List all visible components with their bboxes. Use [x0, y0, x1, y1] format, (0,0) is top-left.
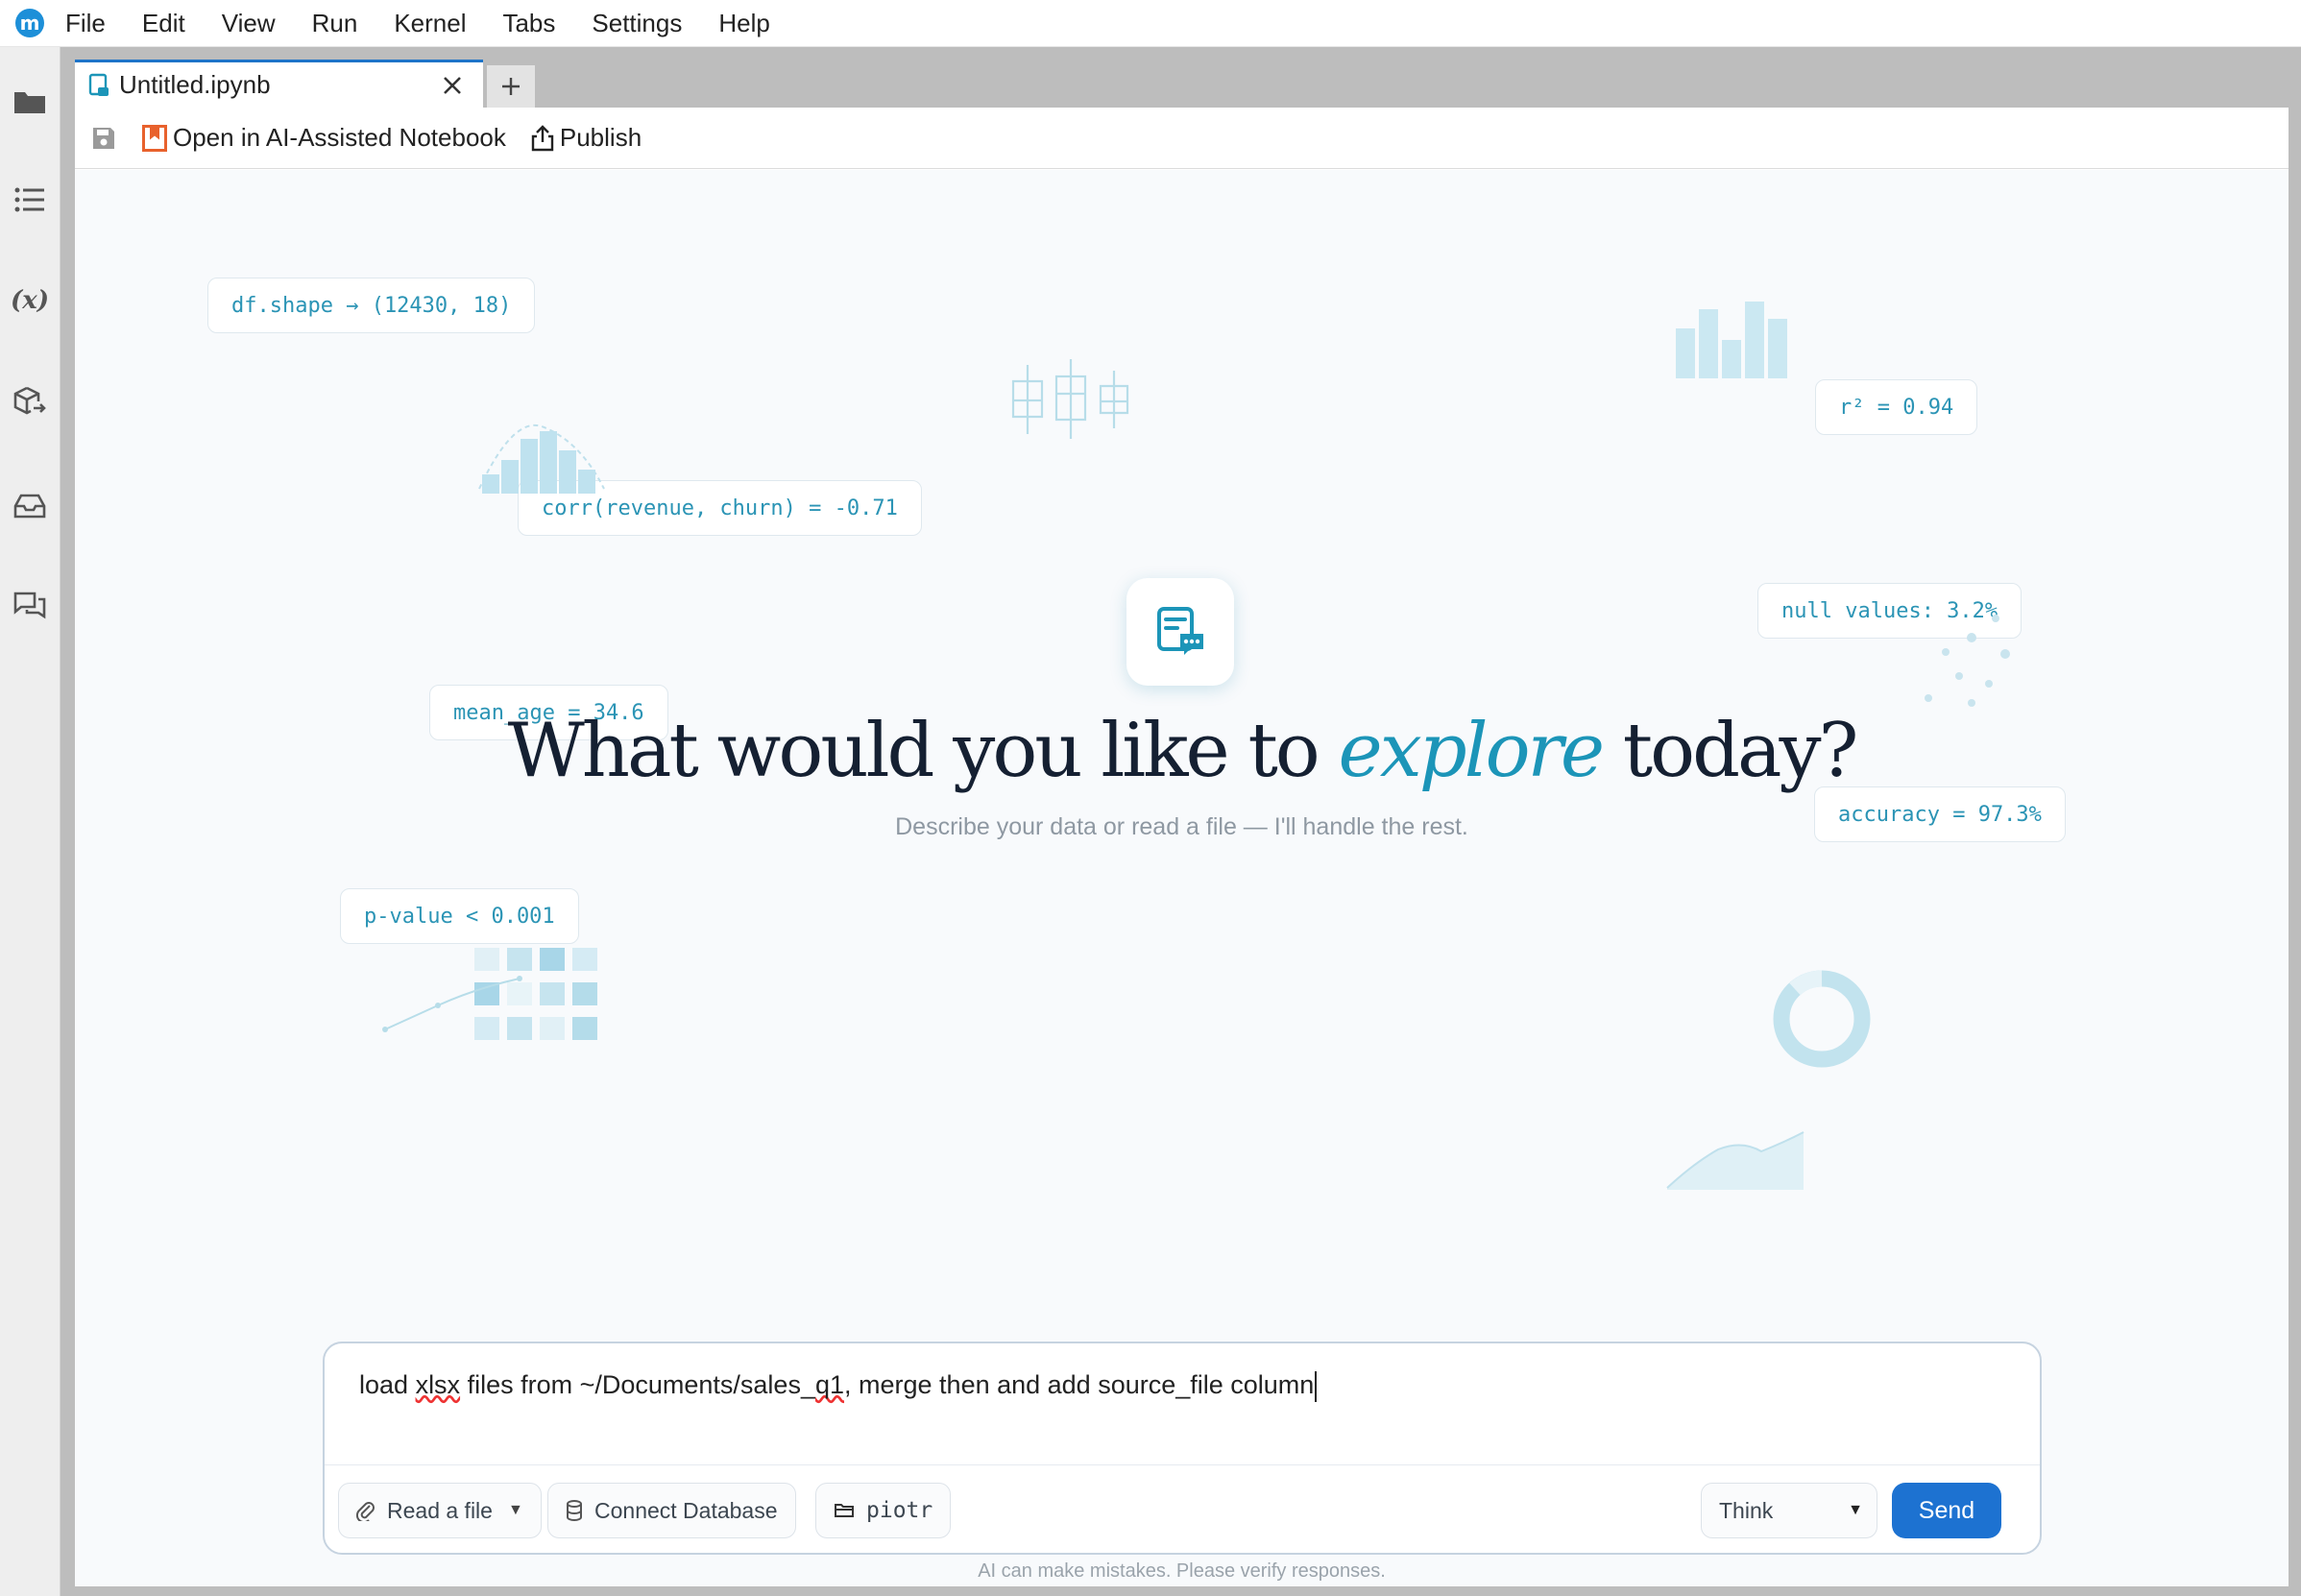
send-button[interactable]: Send [1892, 1483, 2001, 1538]
headline: What would you like to explore today? [75, 708, 2289, 794]
menu-view[interactable]: View [222, 9, 276, 38]
publish-button[interactable]: Publish [531, 123, 642, 153]
paperclip-icon [356, 1500, 375, 1521]
chevron-down-icon: ▼ [1848, 1502, 1863, 1518]
notebook-panel: Open in AI-Assisted Notebook Publish df.… [75, 108, 2289, 1586]
folder-open-icon [834, 1502, 855, 1519]
database-icon [566, 1500, 583, 1521]
prompt-text-3: , merge then and add source_file column [844, 1370, 1315, 1399]
subheadline: Describe your data or read a file — I'll… [895, 813, 1468, 840]
chip-df-shape: df.shape → (12430, 18) [207, 278, 536, 333]
mode-select-value: Think [1719, 1497, 1774, 1523]
prompt-input[interactable]: load xlsx files from ~/Documents/sales_q… [359, 1370, 1318, 1402]
inbox-icon[interactable] [12, 487, 48, 523]
line-decoration [382, 976, 522, 1032]
folder-button[interactable]: piotr [815, 1483, 952, 1538]
menu-kernel[interactable]: Kernel [394, 9, 466, 38]
tab-label: Untitled.ipynb [119, 70, 271, 99]
tab-strip: Untitled.ipynb [75, 60, 535, 108]
area-decoration [1666, 1131, 1804, 1190]
ai-disclaimer: AI can make mistakes. Please verify resp… [978, 1560, 1386, 1582]
notebook-toolbar: Open in AI-Assisted Notebook Publish [75, 108, 2289, 169]
chip-p-value: p-value < 0.001 [340, 888, 579, 944]
prompt-misspelled-1: xlsx [415, 1370, 461, 1399]
prompt-misspelled-2: q1 [814, 1370, 845, 1399]
scatter-decoration [1925, 615, 2010, 707]
welcome-canvas: df.shape → (12430, 18) corr(revenue, chu… [75, 170, 2289, 1586]
chat-document-icon [1126, 578, 1234, 686]
headline-emphasis: explore [1338, 708, 1605, 794]
add-tab-button[interactable] [487, 65, 535, 108]
boxplot-decoration [1011, 359, 1129, 439]
menu-file[interactable]: File [65, 9, 106, 38]
package-icon[interactable] [12, 383, 48, 420]
left-sidebar: (x) [0, 47, 61, 1596]
chip-r-squared: r² = 0.94 [1815, 379, 1978, 435]
read-file-label: Read a file [387, 1497, 493, 1523]
publish-label: Publish [559, 123, 642, 152]
prompt-composer: load xlsx files from ~/Documents/sales_q… [323, 1342, 2042, 1555]
tab-untitled-ipynb[interactable]: Untitled.ipynb [75, 60, 483, 108]
menu-tabs[interactable]: Tabs [502, 9, 555, 38]
plus-icon [502, 78, 520, 95]
menubar: m File Edit View Run Kernel Tabs Setting… [0, 0, 2301, 47]
folder-icon[interactable] [12, 84, 48, 120]
prompt-text-2: files from ~/Documents/sales_ [460, 1370, 815, 1399]
notebook-icon [88, 73, 109, 98]
mode-select[interactable]: Think ▼ [1701, 1483, 1877, 1538]
connect-database-label: Connect Database [594, 1497, 778, 1523]
composer-divider [325, 1464, 2040, 1465]
menu-settings[interactable]: Settings [592, 9, 682, 38]
connect-database-button[interactable]: Connect Database [547, 1483, 796, 1538]
open-ai-notebook-button[interactable]: Open in AI-Assisted Notebook [142, 123, 506, 153]
bookmark-icon [142, 124, 167, 152]
prompt-text-1: load [359, 1370, 416, 1399]
chat-icon[interactable] [12, 588, 48, 624]
donut-decoration [1773, 970, 1871, 1068]
headline-post: today? [1601, 708, 1859, 794]
open-ai-notebook-label: Open in AI-Assisted Notebook [173, 123, 506, 152]
list-icon[interactable] [12, 181, 48, 218]
menu-help[interactable]: Help [718, 9, 769, 38]
folder-label: piotr [866, 1498, 933, 1523]
barchart-decoration [1676, 302, 1787, 378]
text-caret [1315, 1370, 1318, 1402]
variable-icon[interactable]: (x) [11, 282, 49, 319]
menu-edit[interactable]: Edit [142, 9, 185, 38]
chevron-down-icon: ▼ [507, 1502, 523, 1518]
menu-run[interactable]: Run [312, 9, 358, 38]
app-logo[interactable]: m [15, 9, 44, 37]
close-icon[interactable] [441, 74, 464, 102]
headline-pre: What would you like to [507, 708, 1339, 794]
read-file-button[interactable]: Read a file ▼ [338, 1483, 542, 1538]
share-icon [531, 124, 554, 152]
histogram-decoration [478, 423, 605, 494]
save-icon[interactable] [90, 125, 117, 152]
